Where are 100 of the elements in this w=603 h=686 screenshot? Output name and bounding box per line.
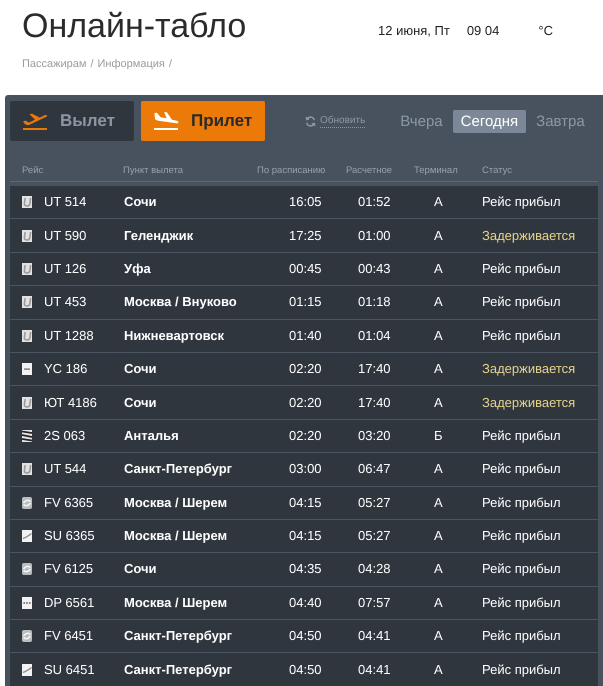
u-logo-icon [22, 463, 32, 476]
temperature-text: °C [538, 23, 553, 39]
scheduled-time: 04:50 [289, 628, 322, 644]
flight-status: Рейс прибыл [482, 428, 561, 444]
flight-number: UT 590 [44, 228, 86, 244]
flight-number: DP 6561 [44, 594, 94, 611]
scheduled-time: 03:00 [289, 461, 322, 478]
terminal-letter: А [434, 528, 443, 544]
origin-city: Санкт-Петербург [124, 628, 232, 644]
day-tab[interactable]: Завтра [528, 110, 593, 132]
terminal-letter: А [434, 294, 443, 310]
origin-city: Москва / Шерем [124, 494, 228, 511]
scheduled-time: 00:45 [289, 260, 322, 277]
flight-number: UT 126 [44, 260, 86, 277]
flight-status: Рейс прибыл [482, 260, 561, 277]
flight-number: FV 6365 [44, 494, 94, 511]
date-text: 12 июня, Пт [378, 23, 450, 39]
swoosh-logo-icon [22, 530, 32, 542]
day-tab[interactable]: Вчера [392, 110, 451, 132]
estimated-time: 01:04 [358, 328, 391, 344]
u-logo-icon [22, 196, 32, 208]
refresh-icon [305, 116, 316, 126]
flight-number: UT 1288 [44, 328, 94, 344]
estimated-time: 04:41 [358, 662, 391, 678]
flight-number: FV 6451 [44, 628, 94, 644]
flight-status: Задерживается [482, 361, 576, 378]
origin-city: Геленджик [124, 228, 194, 244]
day-tab[interactable]: Сегодня [452, 110, 526, 132]
terminal-letter: А [434, 328, 443, 344]
flight-status: Рейс прибыл [482, 494, 561, 511]
flight-status: Рейс прибыл [482, 628, 561, 644]
origin-city: Москва / Шерем [124, 528, 228, 544]
origin-city: Санкт-Петербург [124, 662, 232, 678]
estimated-time: 01:00 [358, 228, 391, 244]
estimated-time: 03:20 [358, 428, 391, 444]
dash-logo-icon [22, 363, 32, 376]
flight-number: FV 6125 [44, 561, 94, 578]
origin-city: Москва / Шерем [124, 594, 228, 611]
terminal-letter: А [434, 662, 443, 678]
flight-number: UT 544 [44, 461, 86, 478]
estimated-time: 04:28 [358, 561, 391, 578]
scheduled-time: 04:50 [289, 662, 322, 678]
flight-status: Задерживается [482, 394, 576, 411]
origin-city: Сочи [124, 561, 157, 578]
terminal-letter: А [434, 260, 443, 277]
scheduled-time: 02:20 [289, 428, 322, 444]
scheduled-time: 16:05 [289, 194, 322, 210]
striped-logo-icon [22, 430, 32, 442]
u-logo-icon [22, 296, 32, 308]
column-header: Рейс [22, 165, 44, 177]
flight-status: Рейс прибыл [482, 528, 561, 544]
terminal-letter: А [434, 494, 443, 511]
estimated-time: 05:27 [358, 528, 391, 544]
terminal-letter: А [434, 561, 443, 578]
terminal-letter: Б [434, 428, 443, 444]
estimated-time: 17:40 [358, 361, 391, 378]
page-title: Онлайн-табло [22, 6, 246, 46]
direction-tab[interactable]: Вылет [10, 101, 134, 141]
origin-city: Уфа [124, 260, 151, 277]
estimated-time: 05:27 [358, 494, 391, 511]
swoosh-logo-icon [22, 664, 32, 676]
flight-status: Рейс прибыл [482, 594, 561, 611]
swirl-logo-icon [22, 630, 32, 642]
estimated-time: 04:41 [358, 628, 391, 644]
estimated-time: 07:57 [358, 594, 391, 611]
terminal-letter: А [434, 461, 443, 478]
origin-city: Анталья [124, 428, 179, 444]
terminal-letter: А [434, 361, 443, 378]
time-text: 09 04 [466, 23, 500, 39]
breadcrumb-link[interactable]: Информация [98, 57, 165, 71]
terminal-letter: А [434, 628, 443, 644]
swirl-logo-icon [22, 496, 32, 509]
direction-tab[interactable]: Прилет [141, 101, 265, 141]
flight-number: SU 6451 [44, 662, 95, 678]
flight-number: UT 514 [44, 194, 86, 210]
terminal-letter: А [434, 228, 443, 244]
terminal-letter: А [434, 394, 443, 411]
terminal-letter: А [434, 594, 443, 611]
dots-logo-icon [22, 596, 32, 609]
swirl-logo-icon [22, 563, 32, 576]
origin-city: Сочи [124, 194, 157, 210]
column-header: Пункт вылета [123, 165, 183, 177]
landing-plane-icon [153, 112, 179, 130]
column-header: По расписанию [257, 165, 326, 177]
flight-status: Рейс прибыл [482, 461, 561, 478]
breadcrumb-separator: / [168, 57, 172, 71]
scheduled-time: 04:15 [289, 494, 322, 511]
scheduled-time: 01:15 [289, 294, 322, 310]
refresh-button[interactable]: Обновить [305, 114, 366, 128]
estimated-time: 01:52 [358, 194, 391, 210]
breadcrumb-link[interactable]: Пассажирам [22, 57, 86, 71]
flight-status: Задерживается [482, 228, 576, 244]
column-header: Расчетное [346, 165, 392, 177]
scheduled-time: 04:40 [289, 594, 322, 611]
flight-status: Рейс прибыл [482, 294, 561, 310]
scheduled-time: 01:40 [289, 328, 322, 344]
flight-status: Рейс прибыл [482, 662, 561, 678]
scheduled-time: 04:15 [289, 528, 322, 544]
flight-status: Рейс прибыл [482, 561, 561, 578]
u-logo-icon [22, 396, 32, 409]
